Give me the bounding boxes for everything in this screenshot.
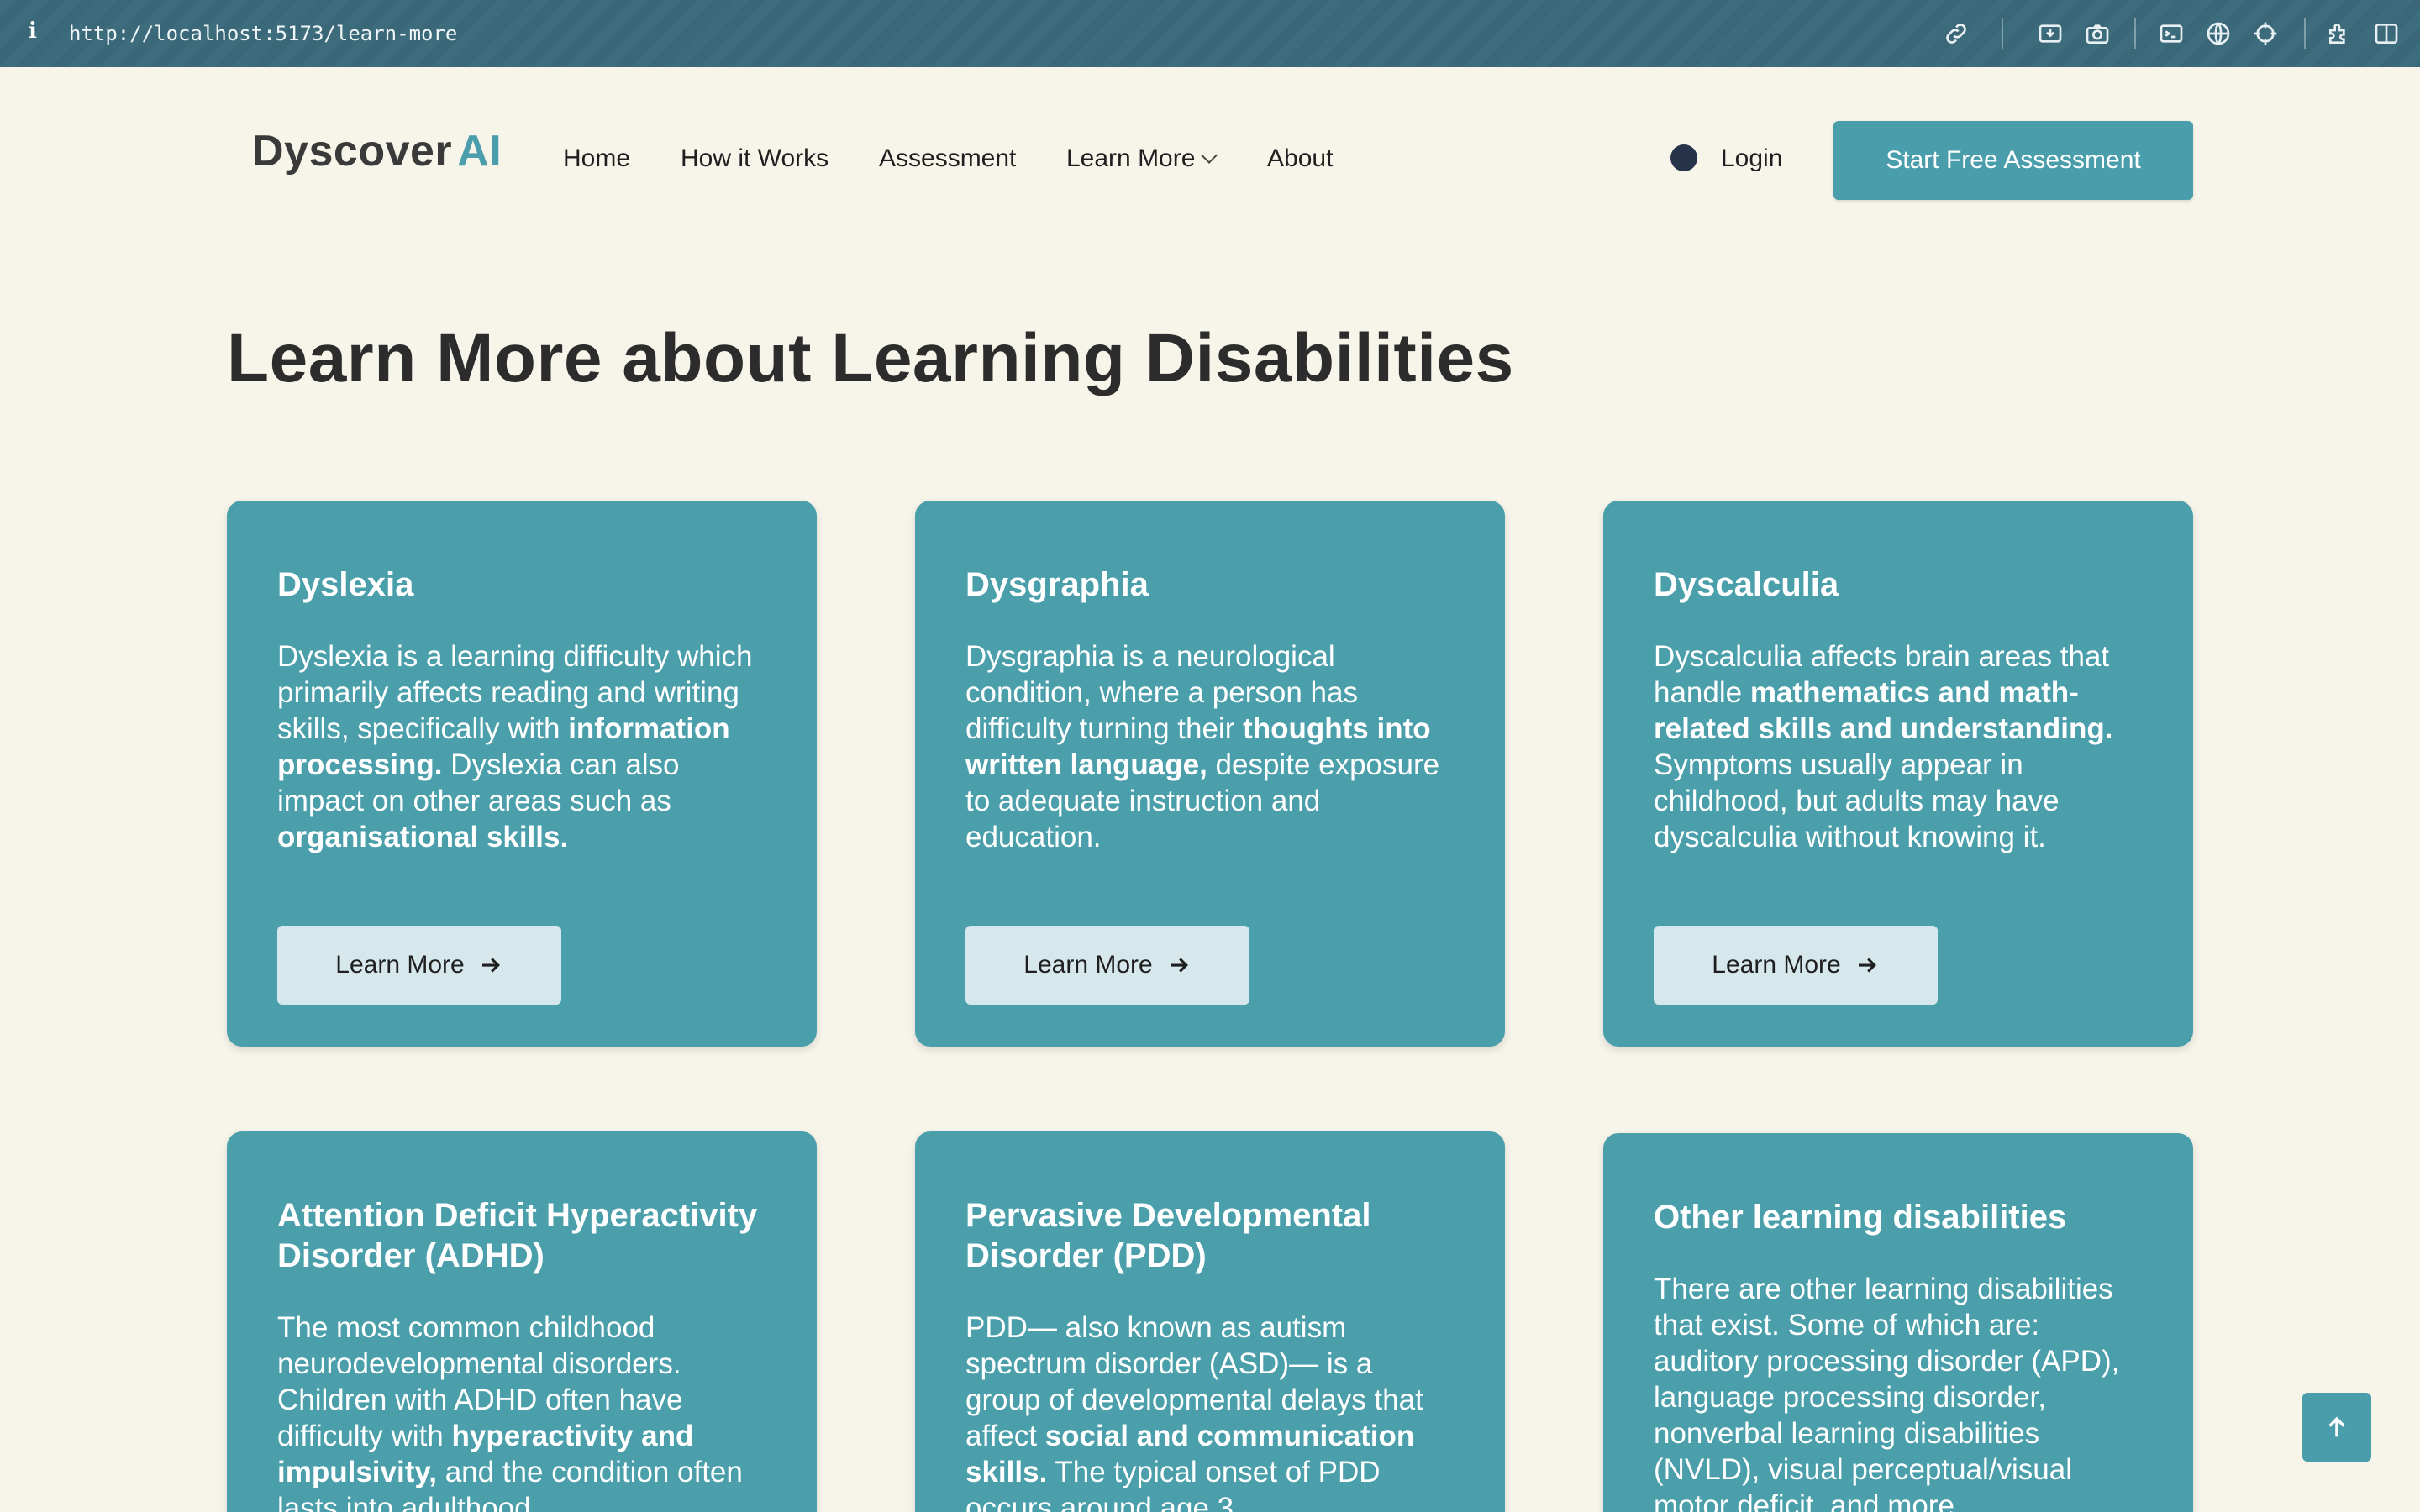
terminal-icon[interactable]: [2156, 18, 2186, 49]
arrow-up-icon: [2328, 1416, 2345, 1437]
link-icon[interactable]: [1941, 18, 1971, 49]
card-title: Dyscalculia: [1654, 566, 1839, 603]
download-icon[interactable]: [2035, 18, 2065, 49]
card-title: Dyslexia: [277, 566, 414, 603]
card-dyslexia: Dyslexia Dyslexia is a learning difficul…: [227, 501, 817, 1047]
logo-text-accent: AI: [457, 127, 502, 176]
nav-learn-more[interactable]: Learn More: [1066, 144, 1218, 173]
card-dyscalculia: Dyscalculia Dyscalculia affects brain ar…: [1603, 501, 2193, 1047]
card-title: Dysgraphia: [965, 566, 1149, 603]
card-description: There are other learning disabilities th…: [1654, 1273, 2120, 1512]
card-description: The most common childhood neurodevelopme…: [277, 1311, 743, 1512]
nav-about[interactable]: About: [1267, 144, 1333, 173]
card-description: Dyslexia is a learning difficulty which …: [277, 640, 753, 853]
card-title: Pervasive Developmental Disorder (PDD): [965, 1197, 1371, 1274]
nav-how-it-works[interactable]: How it Works: [681, 144, 829, 173]
learn-more-label: Learn More: [1023, 951, 1153, 979]
learn-more-button[interactable]: Learn More: [965, 926, 1249, 1005]
nav-home[interactable]: Home: [563, 144, 630, 173]
start-assessment-button[interactable]: Start Free Assessment: [1833, 121, 2193, 200]
chevron-down-icon: [1201, 147, 1218, 164]
nav-learn-more-label: Learn More: [1066, 144, 1196, 172]
site-info-icon[interactable]: i: [29, 18, 37, 44]
globe-icon[interactable]: [2203, 18, 2233, 49]
logo-text-main: Dyscover: [252, 127, 453, 176]
page-title: Learn More about Learning Disabilities: [227, 320, 1514, 396]
card-other: Other learning disabilities There are ot…: [1603, 1133, 2193, 1512]
card-adhd: Attention Deficit Hyperactivity Disorder…: [227, 1131, 817, 1512]
arrow-right-icon: [1858, 958, 1876, 973]
card-description: Dyscalculia affects brain areas that han…: [1654, 640, 2113, 853]
extension-icon[interactable]: [2324, 18, 2354, 49]
card-pdd: Pervasive Developmental Disorder (PDD) P…: [915, 1131, 1505, 1512]
card-dysgraphia: Dysgraphia Dysgraphia is a neurological …: [915, 501, 1505, 1047]
card-title: Other learning disabilities: [1654, 1199, 2067, 1236]
sidebar-icon[interactable]: [2371, 18, 2402, 49]
theme-toggle-icon[interactable]: [1670, 144, 1697, 171]
card-description: Dysgraphia is a neurological condition, …: [965, 640, 1440, 853]
card-title: Attention Deficit Hyperactivity Disorder…: [277, 1197, 758, 1274]
arrow-right-icon: [1170, 958, 1188, 973]
learn-more-button[interactable]: Learn More: [1654, 926, 1938, 1005]
learn-more-label: Learn More: [1712, 951, 1841, 979]
card-description: PDD— also known as autism spectrum disor…: [965, 1311, 1423, 1512]
learn-more-button[interactable]: Learn More: [277, 926, 561, 1005]
login-link[interactable]: Login: [1721, 144, 1782, 173]
browser-toolbar: i http://localhost:5173/learn-more: [0, 0, 2420, 67]
logo[interactable]: Dyscover AI: [252, 126, 502, 176]
learn-more-label: Learn More: [335, 951, 465, 979]
arrow-right-icon: [481, 958, 500, 973]
camera-icon[interactable]: [2082, 18, 2112, 49]
address-bar[interactable]: http://localhost:5173/learn-more: [69, 22, 457, 45]
crosshair-icon[interactable]: [2250, 18, 2281, 49]
nav-assessment[interactable]: Assessment: [879, 144, 1016, 173]
scroll-to-top-button[interactable]: [2302, 1393, 2371, 1462]
